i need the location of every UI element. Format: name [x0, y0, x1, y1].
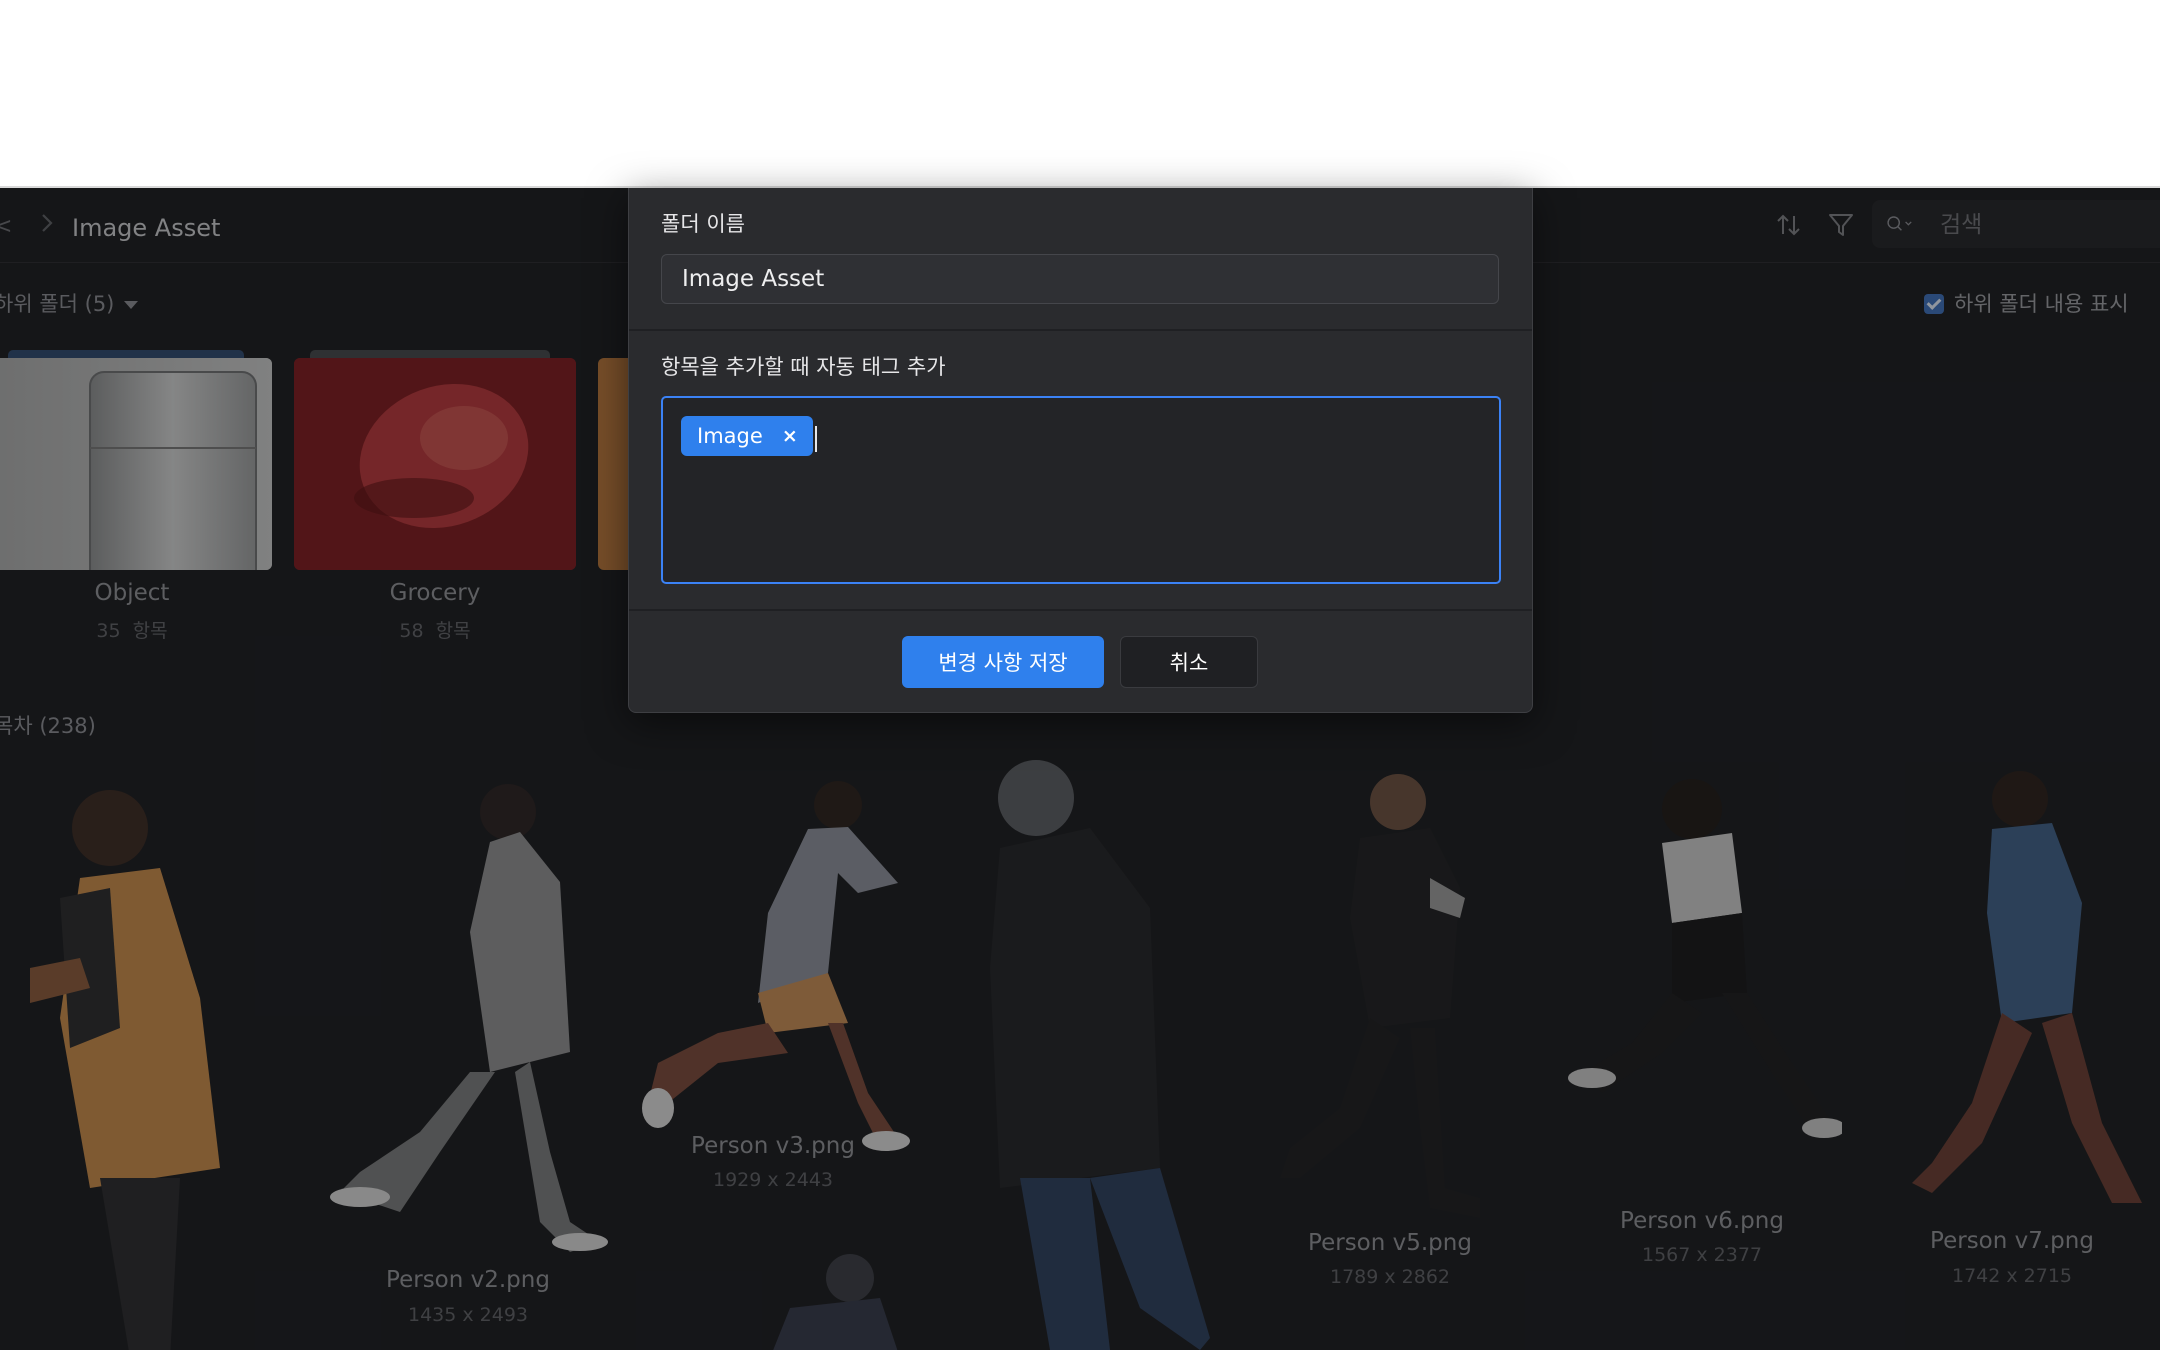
remove-tag-icon[interactable]: ×	[777, 416, 803, 456]
cancel-button[interactable]: 취소	[1120, 636, 1258, 688]
top-blank-area	[0, 0, 2160, 187]
folder-name-input[interactable]	[661, 254, 1499, 304]
tag-chip-label: Image	[697, 424, 763, 448]
auto-tag-label: 항목을 추가할 때 자동 태그 추가	[661, 355, 946, 379]
edit-folder-dialog: 폴더 이름 항목을 추가할 때 자동 태그 추가 Image × 변경 사항 저…	[628, 188, 1533, 713]
save-changes-button[interactable]: 변경 사항 저장	[902, 636, 1104, 688]
tag-chip: Image ×	[681, 416, 813, 456]
dialog-divider	[629, 609, 1532, 611]
auto-tag-input[interactable]: Image ×	[661, 396, 1501, 584]
folder-name-label: 폴더 이름	[661, 212, 745, 236]
text-cursor	[815, 426, 817, 452]
dialog-divider	[629, 329, 1532, 331]
